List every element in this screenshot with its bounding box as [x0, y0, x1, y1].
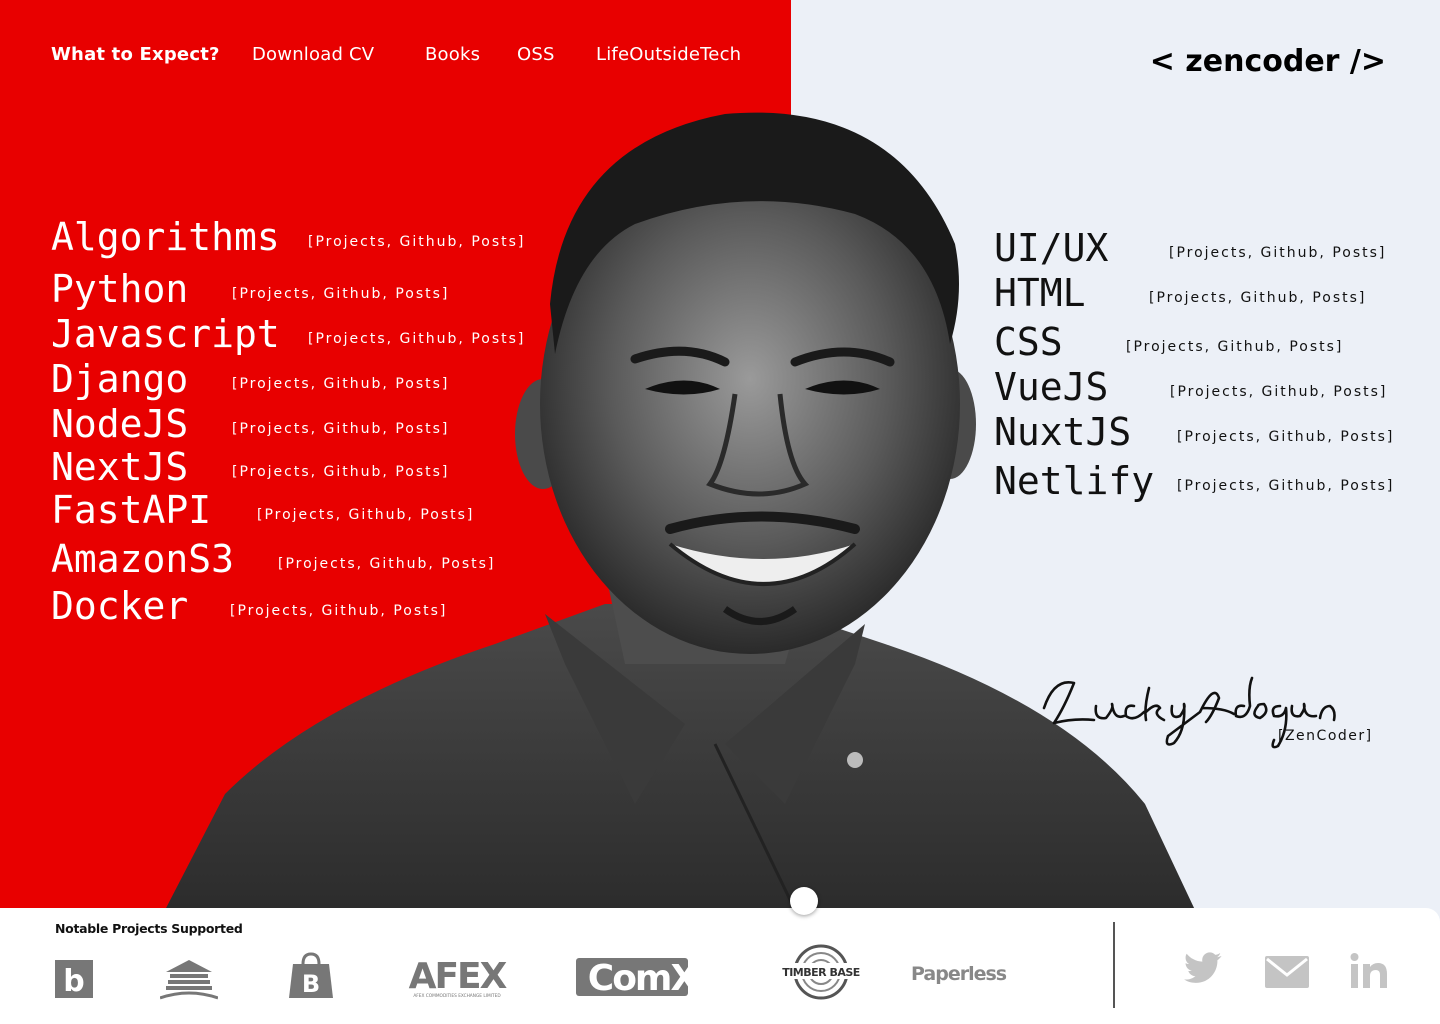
nav-what-to-expect[interactable]: What to Expect? [51, 44, 220, 65]
nav-download-cv[interactable]: Download CV [252, 44, 374, 65]
nav-life-outside-tech[interactable]: LifeOutsideTech [596, 44, 741, 65]
skill-links[interactable]: [Projects, Github, Posts] [1149, 290, 1366, 306]
handwritten-signature [1042, 676, 1336, 749]
skill-row: Django [Projects, Github, Posts] [51, 360, 531, 398]
skill-row: Python [Projects, Github, Posts] [51, 270, 531, 308]
afex-logo-text: AFEX [409, 956, 508, 997]
skill-row: VueJS [Projects, Github, Posts] [994, 368, 1394, 406]
skill-name: Javascript [51, 312, 280, 356]
skill-row: Docker [Projects, Github, Posts] [51, 587, 531, 625]
skill-links[interactable]: [Projects, Github, Posts] [308, 331, 525, 347]
skill-name: VueJS [994, 365, 1109, 409]
skill-links[interactable]: [Projects, Github, Posts] [232, 376, 449, 392]
mail-icon[interactable] [1265, 956, 1309, 988]
twitter-icon[interactable] [1184, 952, 1222, 984]
brand-logo[interactable]: < zencoder /> [1150, 44, 1386, 79]
skill-name: Django [51, 357, 189, 401]
skill-name: NuxtJS [994, 410, 1132, 454]
skill-row: NodeJS [Projects, Github, Posts] [51, 405, 531, 443]
skill-links[interactable]: [Projects, Github, Posts] [308, 234, 525, 250]
skill-links[interactable]: [Projects, Github, Posts] [1169, 245, 1386, 261]
skill-row: NextJS [Projects, Github, Posts] [51, 448, 531, 486]
shopping-bag-logo[interactable]: B [287, 952, 335, 1000]
skill-row: Netlify [Projects, Github, Posts] [994, 462, 1394, 500]
skill-name: AmazonS3 [51, 537, 235, 581]
skill-links[interactable]: [Projects, Github, Posts] [1177, 429, 1394, 445]
skill-links[interactable]: [Projects, Github, Posts] [232, 421, 449, 437]
skill-name: NextJS [51, 445, 189, 489]
afex-logo-subtext: AFEX COMMODITIES EXCHANGE LIMITED [413, 993, 501, 999]
skill-name: FastAPI [51, 488, 212, 532]
skill-name: HTML [994, 271, 1086, 315]
b-logo-text: b [63, 964, 84, 998]
skill-name: Docker [51, 584, 189, 628]
signature-tag: [ZenCoder] [1278, 728, 1373, 744]
skill-name: UI/UX [994, 226, 1109, 270]
comx-logo[interactable]: ComX [576, 956, 710, 998]
skill-links[interactable]: [Projects, Github, Posts] [232, 286, 449, 302]
skill-row: AmazonS3 [Projects, Github, Posts] [51, 540, 531, 578]
skill-name: Python [51, 267, 189, 311]
skill-row: HTML [Projects, Github, Posts] [994, 274, 1394, 312]
afex-logo[interactable]: AFEX AFEX COMMODITIES EXCHANGE LIMITED [402, 956, 512, 1000]
skill-links[interactable]: [Projects, Github, Posts] [1126, 339, 1343, 355]
skill-links[interactable]: [Projects, Github, Posts] [232, 464, 449, 480]
paperless-logo[interactable]: Paperless [911, 958, 1017, 988]
b-square-logo[interactable]: b [55, 960, 93, 998]
nav-oss[interactable]: OSS [517, 44, 555, 65]
building-logo[interactable] [160, 958, 218, 1000]
timber-base-logo-text: TIMBER BASE [782, 966, 860, 979]
comx-logo-text: ComX [588, 958, 699, 998]
timber-base-logo[interactable]: TIMBER BASE [781, 944, 861, 1000]
footer: Notable Projects Supported b B AFEX AFEX… [0, 908, 1440, 1024]
skill-links[interactable]: [Projects, Github, Posts] [278, 556, 495, 572]
footer-divider [1113, 922, 1115, 1008]
footer-title: Notable Projects Supported [55, 921, 243, 936]
skill-links[interactable]: [Projects, Github, Posts] [257, 507, 474, 523]
scroll-handle[interactable] [790, 887, 818, 915]
skill-row: CSS [Projects, Github, Posts] [994, 323, 1394, 361]
skill-name: Netlify [994, 459, 1155, 503]
skill-links[interactable]: [Projects, Github, Posts] [230, 603, 447, 619]
skill-row: UI/UX [Projects, Github, Posts] [994, 229, 1394, 267]
bag-logo-text: B [302, 970, 320, 998]
linkedin-icon[interactable] [1350, 952, 1388, 990]
skill-row: NuxtJS [Projects, Github, Posts] [994, 413, 1394, 451]
skill-row: Javascript [Projects, Github, Posts] [51, 315, 531, 353]
skill-name: NodeJS [51, 402, 189, 446]
skill-links[interactable]: [Projects, Github, Posts] [1170, 384, 1387, 400]
skill-name: Algorithms [51, 215, 280, 259]
paperless-logo-text: Paperless [911, 963, 1007, 985]
skill-name: CSS [994, 320, 1063, 364]
skill-row: Algorithms [Projects, Github, Posts] [51, 218, 531, 256]
skill-links[interactable]: [Projects, Github, Posts] [1177, 478, 1394, 494]
nav-books[interactable]: Books [425, 44, 480, 65]
skill-row: FastAPI [Projects, Github, Posts] [51, 491, 531, 529]
